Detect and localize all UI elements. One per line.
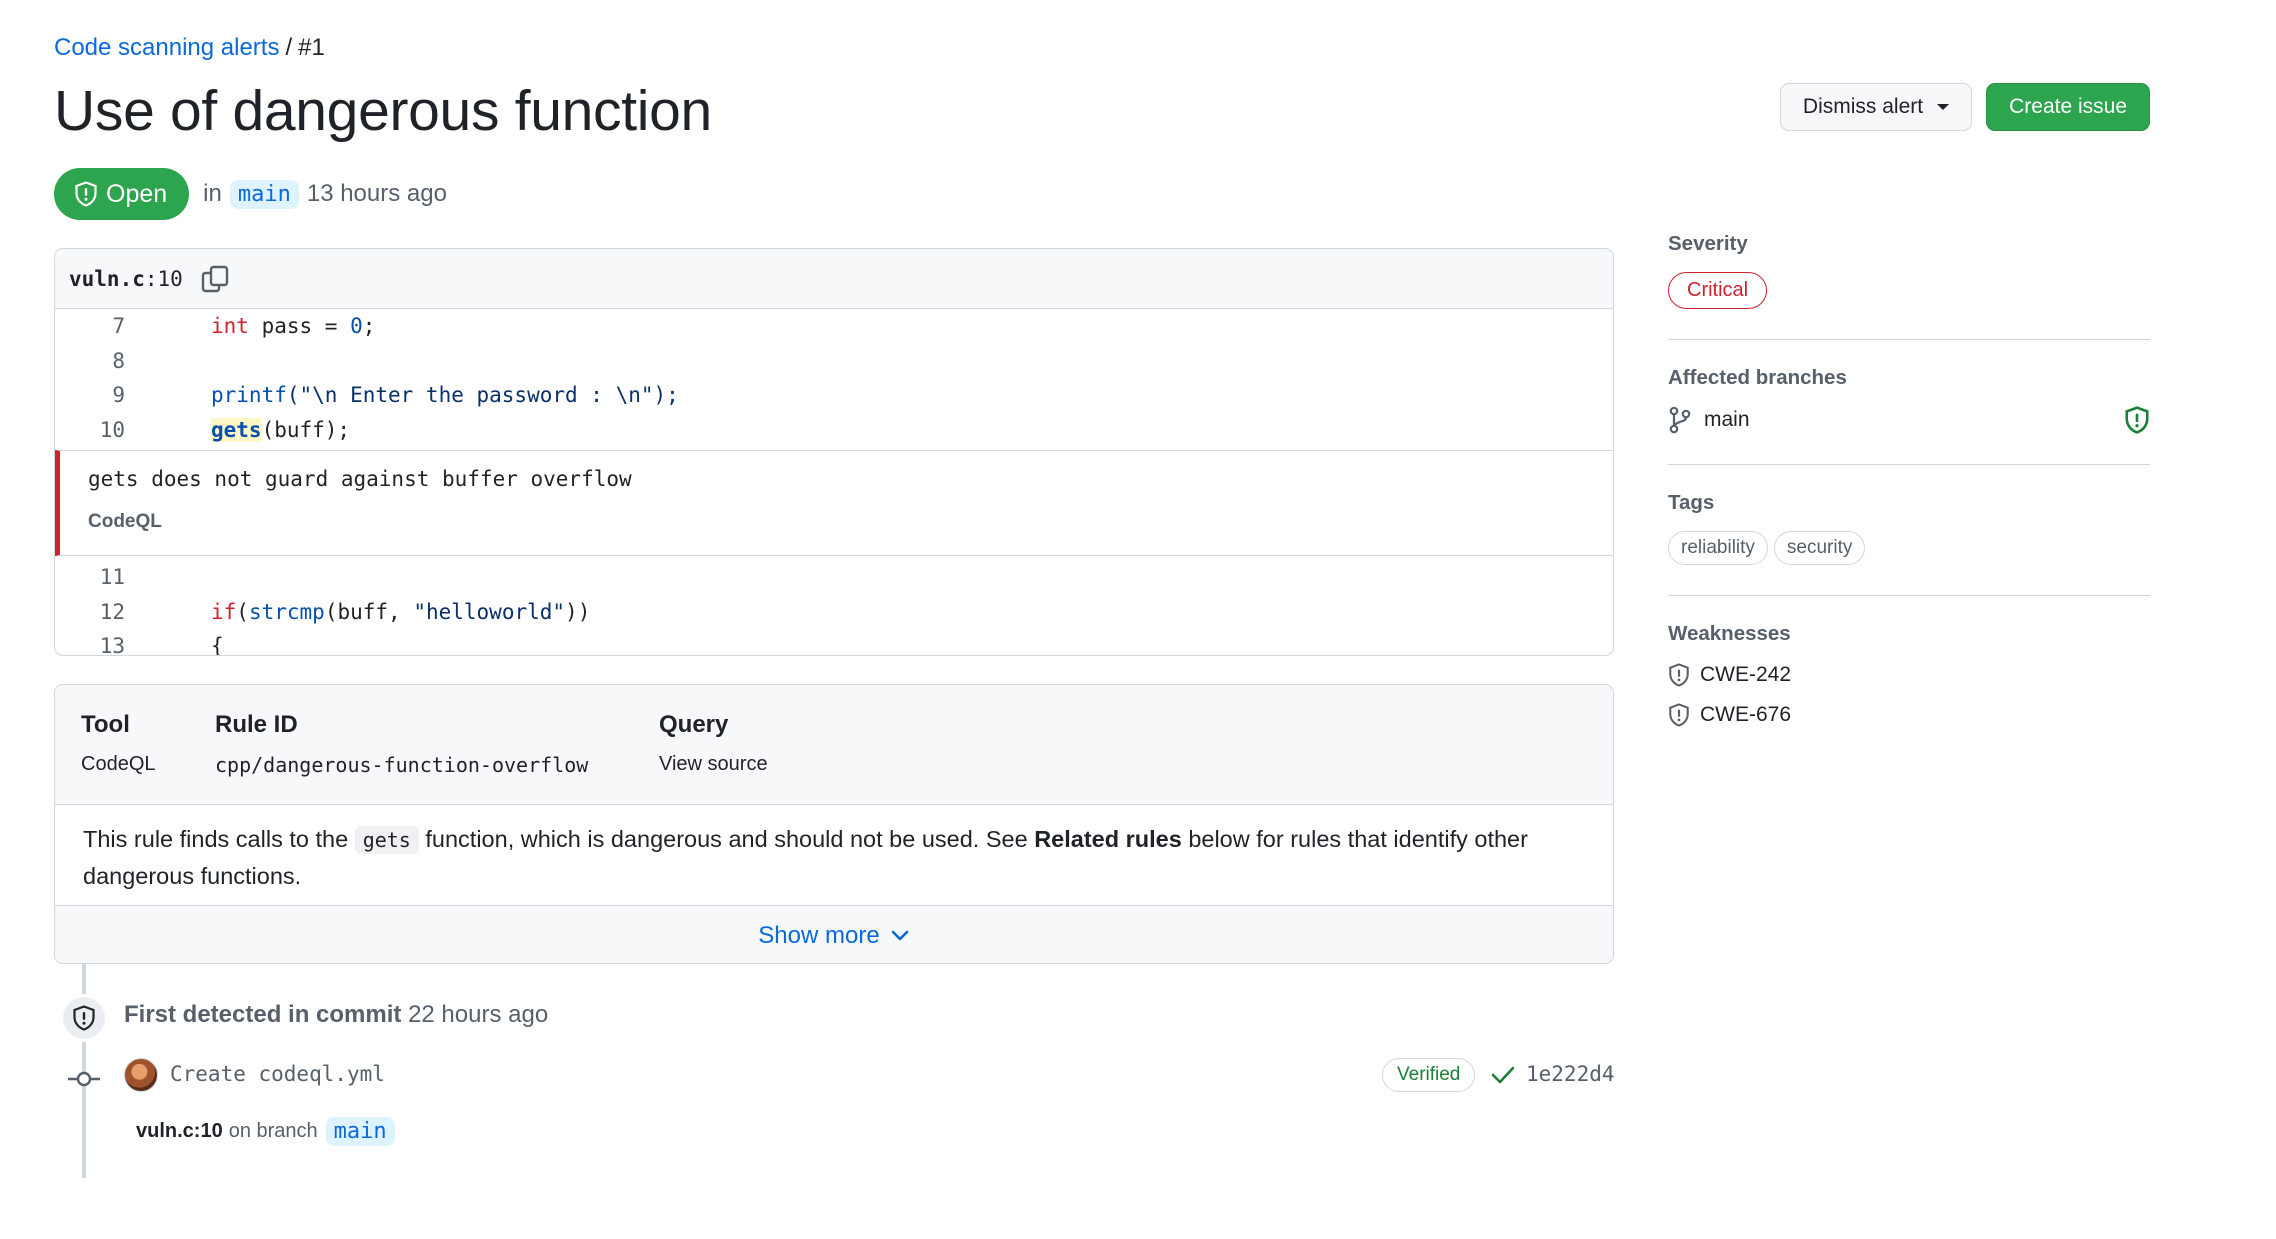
commit-message[interactable]: Create codeql.yml xyxy=(170,1062,385,1086)
code-text: int pass = 0; xyxy=(211,314,376,339)
affected-branches-label: Affected branches xyxy=(1668,366,1847,389)
rule-id-column: Rule ID cpp/dangerous-function-overflow xyxy=(215,711,588,777)
alert-status-row: Open in main 13 hours ago xyxy=(54,168,447,220)
severity-section: Severity Critical xyxy=(1668,232,2150,340)
related-rules-text: Related rules xyxy=(1034,826,1182,852)
tag-security[interactable]: security xyxy=(1773,531,1866,565)
shield-icon xyxy=(1669,663,1689,687)
weakness-label: CWE-676 xyxy=(1700,703,1792,726)
line-number: 8 xyxy=(112,348,125,373)
on-branch-text: on branch xyxy=(228,1120,318,1142)
rule-description: This rule finds calls to the gets functi… xyxy=(83,826,1528,889)
create-issue-label: Create issue xyxy=(2009,95,2127,118)
code-text: gets(buff); xyxy=(211,417,351,442)
detected-location: vuln.c:10 on branch main xyxy=(136,1117,403,1146)
tag-reliability[interactable]: reliability xyxy=(1668,531,1768,565)
status-in-text: in xyxy=(203,180,222,207)
shield-icon xyxy=(1669,703,1689,727)
tags-label: Tags xyxy=(1668,491,1715,514)
tags-section: Tags reliability security xyxy=(1668,491,2150,596)
line-number: 9 xyxy=(112,383,125,408)
affected-branch-name[interactable]: main xyxy=(1704,408,1750,432)
code-text: { xyxy=(211,634,224,656)
code-line: 7 int pass = 0; xyxy=(55,309,1613,344)
code-line: 13 { xyxy=(55,629,1613,656)
line-number: 7 xyxy=(112,314,125,339)
avatar[interactable] xyxy=(124,1058,158,1092)
code-line-highlighted: 10 gets(buff); xyxy=(55,413,1613,448)
branch-chip[interactable]: main xyxy=(229,179,299,209)
caret-down-icon xyxy=(1937,104,1950,110)
shield-icon xyxy=(60,994,108,1042)
breadcrumb-link-code-scanning-alerts[interactable]: Code scanning alerts xyxy=(54,34,279,61)
file-name: vuln.c xyxy=(69,266,145,291)
breadcrumb: Code scanning alerts / #1 xyxy=(54,34,325,62)
line-number: 13 xyxy=(99,634,125,656)
rule-header: Tool CodeQL Rule ID cpp/dangerous-functi… xyxy=(55,685,1613,805)
line-number: 12 xyxy=(99,599,125,624)
tool-label: Tool xyxy=(81,711,130,738)
branch-row: main xyxy=(1668,406,2150,434)
weaknesses-label: Weaknesses xyxy=(1668,622,1791,645)
header-actions: Dismiss alert Create issue xyxy=(1779,83,2150,131)
create-issue-button[interactable]: Create issue xyxy=(1986,83,2150,131)
show-more-label: Show more xyxy=(758,921,880,949)
rule-details-panel: Tool CodeQL Rule ID cpp/dangerous-functi… xyxy=(54,684,1614,964)
rule-id-label: Rule ID xyxy=(215,711,298,738)
query-label: Query xyxy=(659,711,729,738)
inline-code: gets xyxy=(354,826,419,854)
rule-tool-column: Tool CodeQL xyxy=(81,711,156,776)
git-branch-icon xyxy=(1669,406,1691,434)
code-text: if(strcmp(buff, "helloworld")) xyxy=(211,599,591,624)
breadcrumb-separator: / xyxy=(285,34,293,61)
alert-source: CodeQL xyxy=(88,511,162,532)
commit-sha[interactable]: 1e222d4 xyxy=(1526,1062,1615,1086)
view-source-link[interactable]: View source xyxy=(659,753,768,776)
git-commit-icon xyxy=(68,1071,100,1087)
severity-label: Severity xyxy=(1668,232,1748,255)
rule-id-value: cpp/dangerous-function-overflow xyxy=(215,753,589,777)
page-title: Use of dangerous function xyxy=(54,79,712,143)
weaknesses-section: Weaknesses CWE-242 CWE-676 xyxy=(1668,622,2150,728)
check-icon xyxy=(1491,1066,1515,1084)
severity-badge: Critical xyxy=(1668,272,1768,309)
file-location[interactable]: vuln.c:10 xyxy=(69,267,183,291)
affected-branches-section: Affected branches main xyxy=(1668,366,2150,465)
tool-value: CodeQL xyxy=(81,753,156,775)
alert-message-box: gets does not guard against buffer overf… xyxy=(55,450,1613,556)
code-line: 12 if(strcmp(buff, "helloworld")) xyxy=(55,595,1613,630)
show-more-button[interactable]: Show more xyxy=(55,905,1613,963)
code-line: 11 xyxy=(55,560,1613,595)
status-time: 13 hours ago xyxy=(306,180,447,207)
weakness-label: CWE-242 xyxy=(1700,663,1792,686)
alert-sidebar: Severity Critical Affected branches main… xyxy=(1668,232,2150,742)
highlighted-token: gets xyxy=(211,417,262,442)
chevron-down-icon xyxy=(891,930,908,940)
code-line: 8 xyxy=(55,344,1613,379)
weakness-item[interactable]: CWE-676 xyxy=(1668,702,2150,728)
verified-badge[interactable]: Verified xyxy=(1382,1058,1476,1092)
status-badge: Open xyxy=(54,168,190,220)
code-text: printf("\n Enter the password : \n"); xyxy=(211,383,679,408)
code-snippet-panel: vuln.c:10 7 int pass = 0; 8 9 printf("\n E… xyxy=(54,248,1614,656)
shield-alert-icon xyxy=(2125,406,2149,434)
breadcrumb-current: #1 xyxy=(298,34,325,61)
dismiss-alert-label: Dismiss alert xyxy=(1802,95,1924,118)
weakness-item[interactable]: CWE-242 xyxy=(1668,662,2150,688)
location-file[interactable]: vuln.c:10 xyxy=(136,1120,223,1143)
shield-icon xyxy=(75,181,97,207)
status-badge-label: Open xyxy=(106,179,168,208)
alert-message: gets does not guard against buffer overf… xyxy=(88,467,632,491)
dismiss-alert-button[interactable]: Dismiss alert xyxy=(1779,83,1973,131)
line-number: 10 xyxy=(99,417,125,442)
code-line: 9 printf("\n Enter the password : \n"); xyxy=(55,378,1613,413)
rule-query-column: Query View source xyxy=(659,711,768,776)
copy-icon[interactable] xyxy=(201,265,229,293)
branch-chip[interactable]: main xyxy=(325,1117,395,1146)
timeline-title: First detected in commit 22 hours ago xyxy=(124,1001,549,1028)
file-line: :10 xyxy=(144,266,183,291)
code-snippet-header: vuln.c:10 xyxy=(55,249,1613,309)
line-number: 11 xyxy=(99,565,125,590)
